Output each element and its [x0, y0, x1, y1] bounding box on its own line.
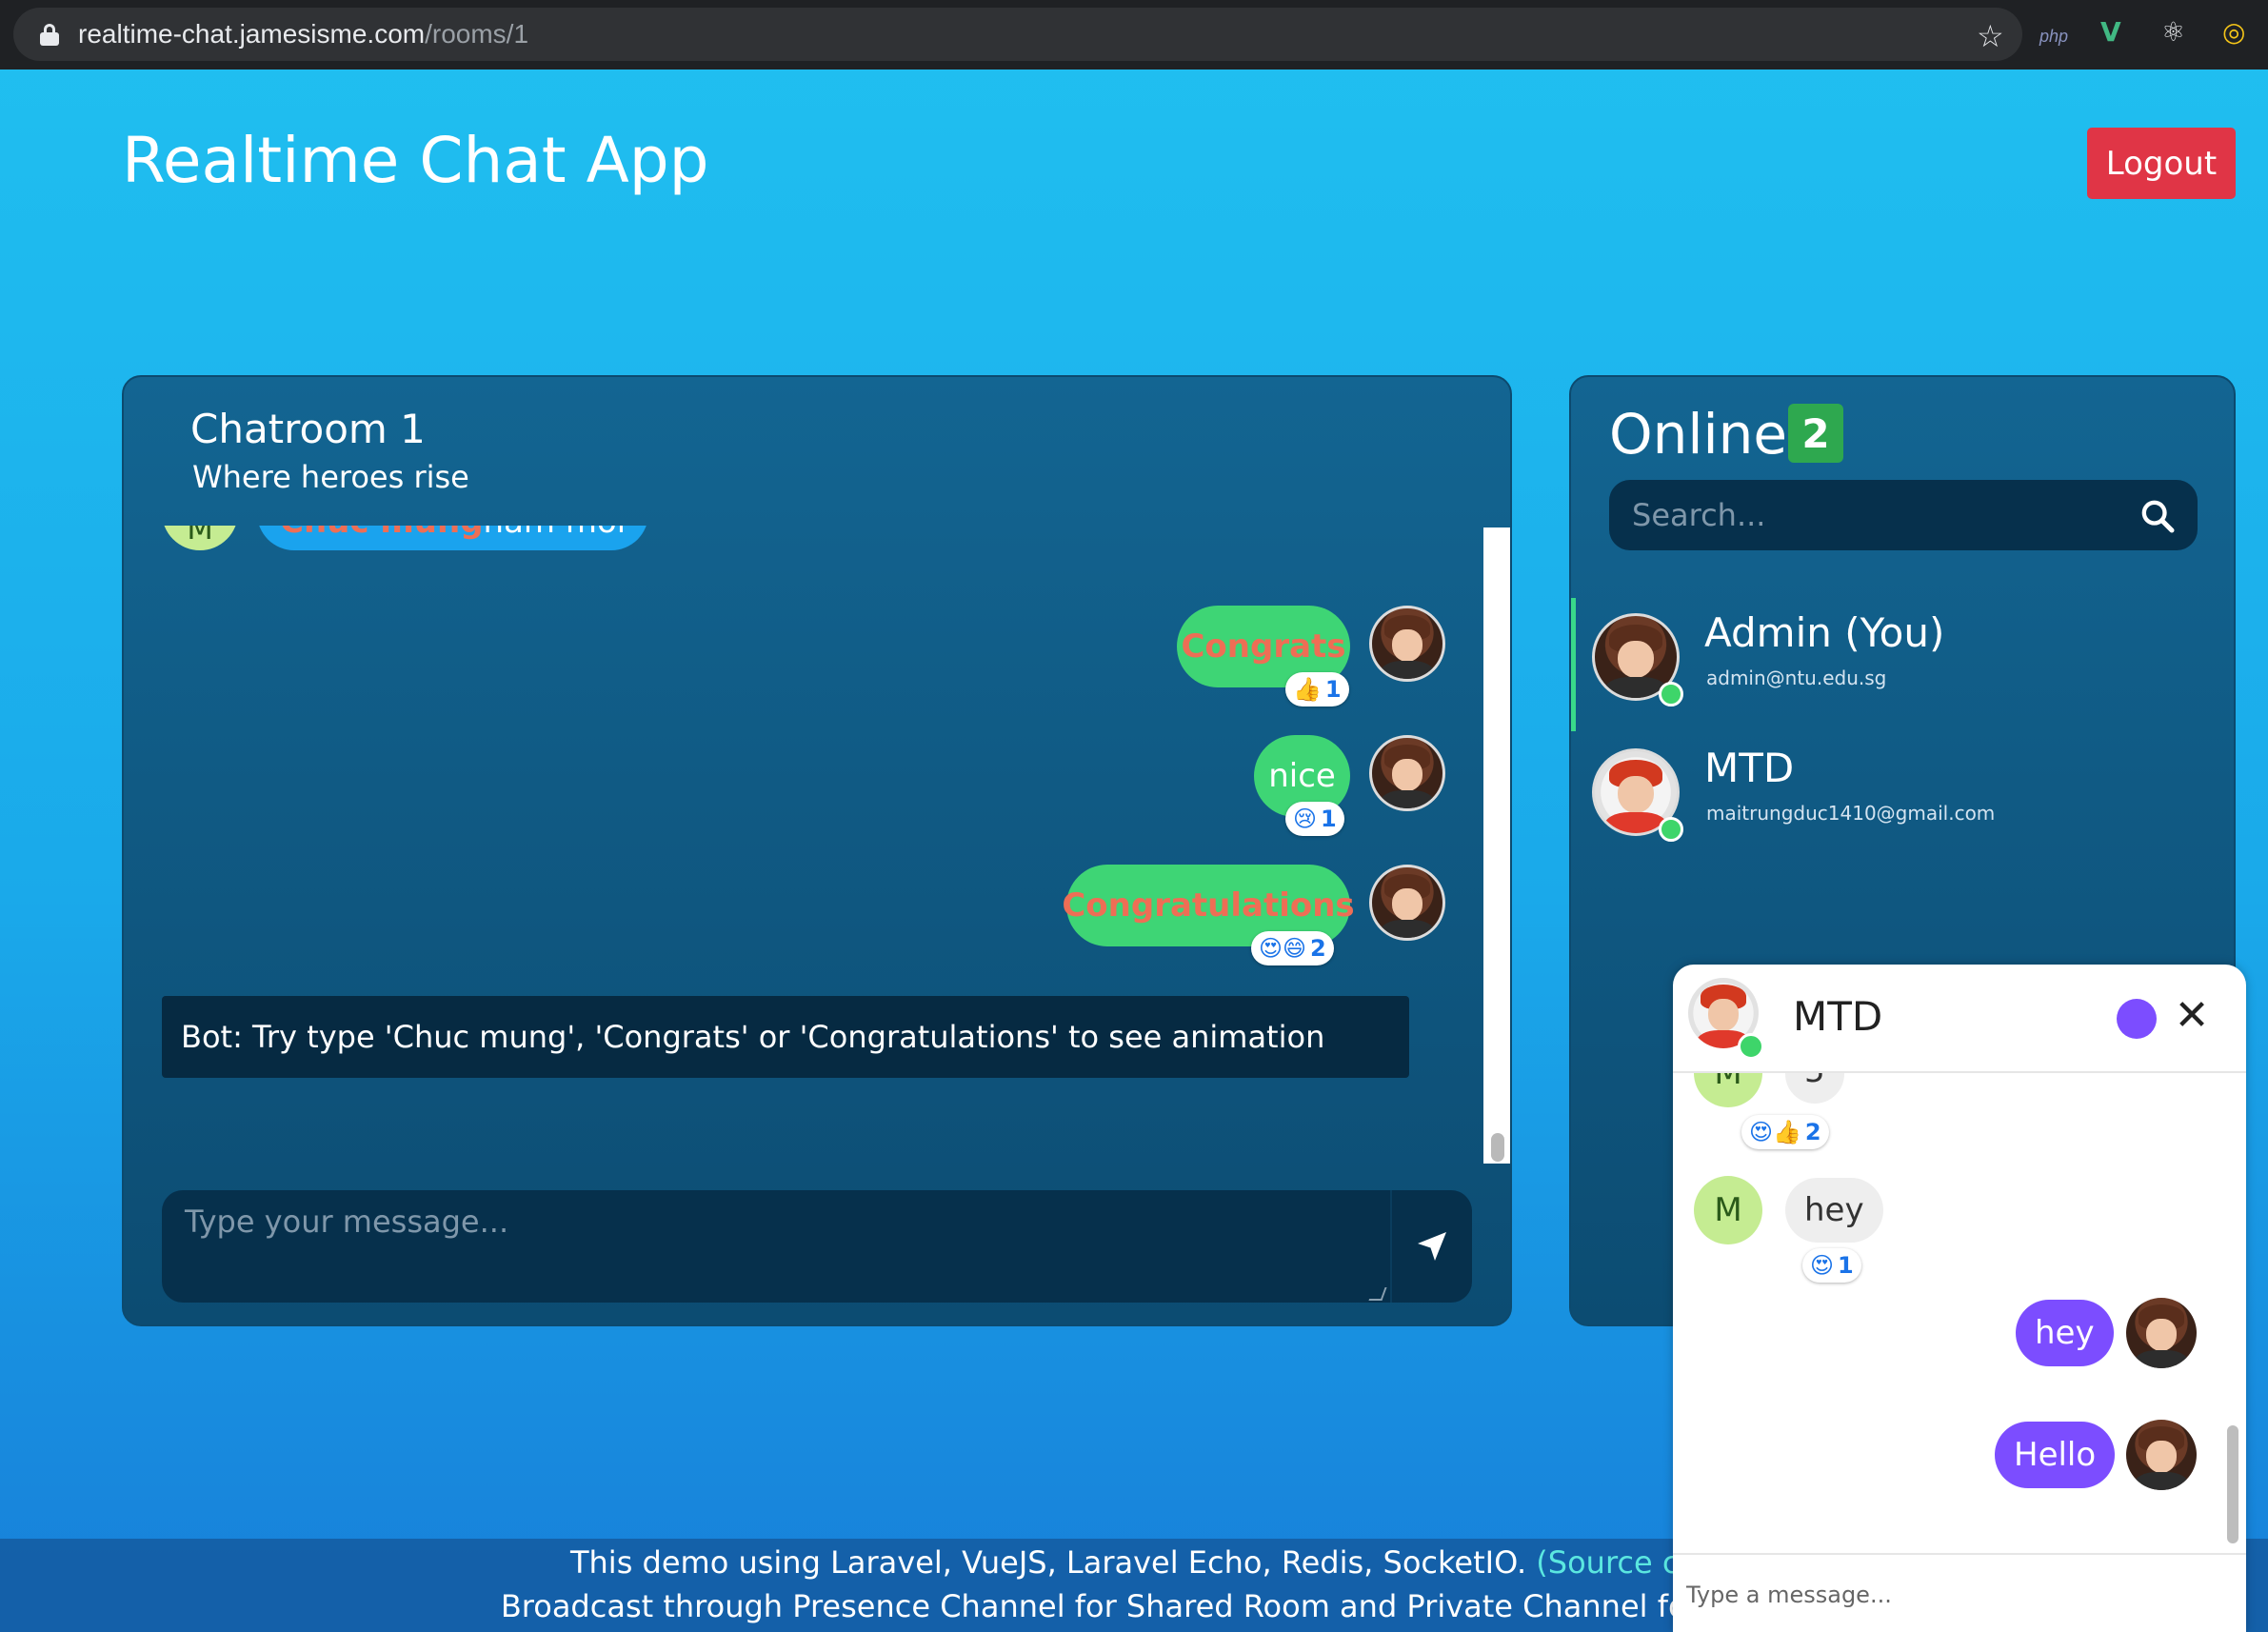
online-status-dot [1659, 817, 1683, 842]
bookmark-star-icon[interactable]: ☆ [1977, 21, 2004, 51]
message-bubble: Chuc mung nam moi [257, 526, 649, 550]
avatar [1369, 865, 1445, 941]
php-extension-icon[interactable]: php [2039, 19, 2068, 53]
avatar: M [162, 526, 238, 550]
message-bubble: Hello [1995, 1422, 2116, 1488]
message-bubble: 5 [1785, 1073, 1844, 1104]
avatar: M [1694, 1073, 1762, 1107]
private-chat-header: MTD ✕ [1673, 965, 2246, 1073]
react-devtools-icon[interactable]: ⚛ [2161, 15, 2185, 50]
lock-icon[interactable] [40, 23, 59, 46]
vue-devtools-icon[interactable]: V [2100, 15, 2121, 50]
close-icon[interactable]: ✕ [2168, 989, 2216, 1043]
user-name: MTD [1704, 745, 1795, 791]
avatar: M [1694, 1176, 1762, 1244]
private-chat-composer [1673, 1553, 2246, 1632]
scrollbar[interactable] [2223, 1077, 2242, 1547]
message-composer [162, 1190, 1472, 1303]
app-title: Realtime Chat App [122, 124, 709, 197]
online-status-dot [1738, 1033, 1764, 1060]
reaction-badge[interactable]: 😢 1 [1285, 802, 1344, 836]
address-bar[interactable]: realtime-chat.jamesisme.com/rooms/1 ☆ [13, 8, 2022, 61]
color-picker[interactable] [2117, 999, 2157, 1039]
online-title: Online [1609, 402, 1788, 467]
avatar [2126, 1298, 2197, 1368]
scrollbar[interactable] [1483, 527, 1510, 1164]
user-name: Admin (You) [1704, 609, 1945, 656]
user-email: admin@ntu.edu.sg [1706, 667, 1887, 689]
reaction-badge[interactable]: 😍 1 [1802, 1248, 1861, 1283]
private-chat-window: MTD ✕ M 5 😍👍2 M hey 😍1 hey Hello [1673, 965, 2246, 1632]
online-user-mtd[interactable]: MTD maitrungduc1410@gmail.com [1571, 733, 2236, 866]
private-message-list[interactable]: M 5 😍👍2 M hey 😍1 hey Hello [1673, 1073, 2235, 1551]
search-box [1609, 480, 2198, 550]
reaction-badge[interactable]: 😍👍 2 [1741, 1115, 1829, 1149]
message-bubble: hey [1785, 1178, 1883, 1243]
room-description: Where heroes rise [192, 459, 469, 495]
online-user-admin[interactable]: Admin (You) admin@ntu.edu.sg [1571, 598, 2236, 731]
search-input[interactable] [1609, 480, 2123, 550]
room-name: Chatroom 1 [190, 406, 426, 452]
send-button[interactable] [1390, 1190, 1472, 1303]
message-bubble: hey [2016, 1300, 2114, 1366]
reaction-badge[interactable]: 👍 1 [1285, 672, 1349, 707]
online-count-badge: 2 [1788, 404, 1843, 463]
private-chat-name: MTD [1793, 993, 1883, 1040]
private-message-input[interactable] [1673, 1555, 2246, 1632]
logout-button[interactable]: Logout [2087, 128, 2236, 199]
message-input[interactable] [162, 1190, 1390, 1303]
extension-icon[interactable]: ◎ [2222, 15, 2245, 50]
chatroom-panel: Chatroom 1 Where heroes rise M Chuc mung… [122, 375, 1512, 1326]
user-email: maitrungduc1410@gmail.com [1706, 802, 1996, 825]
bot-message: Bot: Try type 'Chuc mung', 'Congrats' or… [162, 996, 1409, 1078]
browser-toolbar: realtime-chat.jamesisme.com/rooms/1 ☆ ph… [0, 0, 2268, 70]
active-indicator [1571, 598, 1576, 731]
send-icon [1418, 1232, 1446, 1261]
avatar [1369, 606, 1445, 682]
avatar [2126, 1420, 2197, 1490]
url-text[interactable]: realtime-chat.jamesisme.com/rooms/1 [78, 19, 528, 50]
message-list[interactable]: M Chuc mung nam moi Congrats 👍1 nice 😢1 … [124, 526, 1491, 1164]
search-icon[interactable] [2139, 497, 2177, 535]
reaction-badge[interactable]: 😍😄 2 [1251, 931, 1334, 965]
avatar [1369, 735, 1445, 811]
online-status-dot [1659, 682, 1683, 707]
